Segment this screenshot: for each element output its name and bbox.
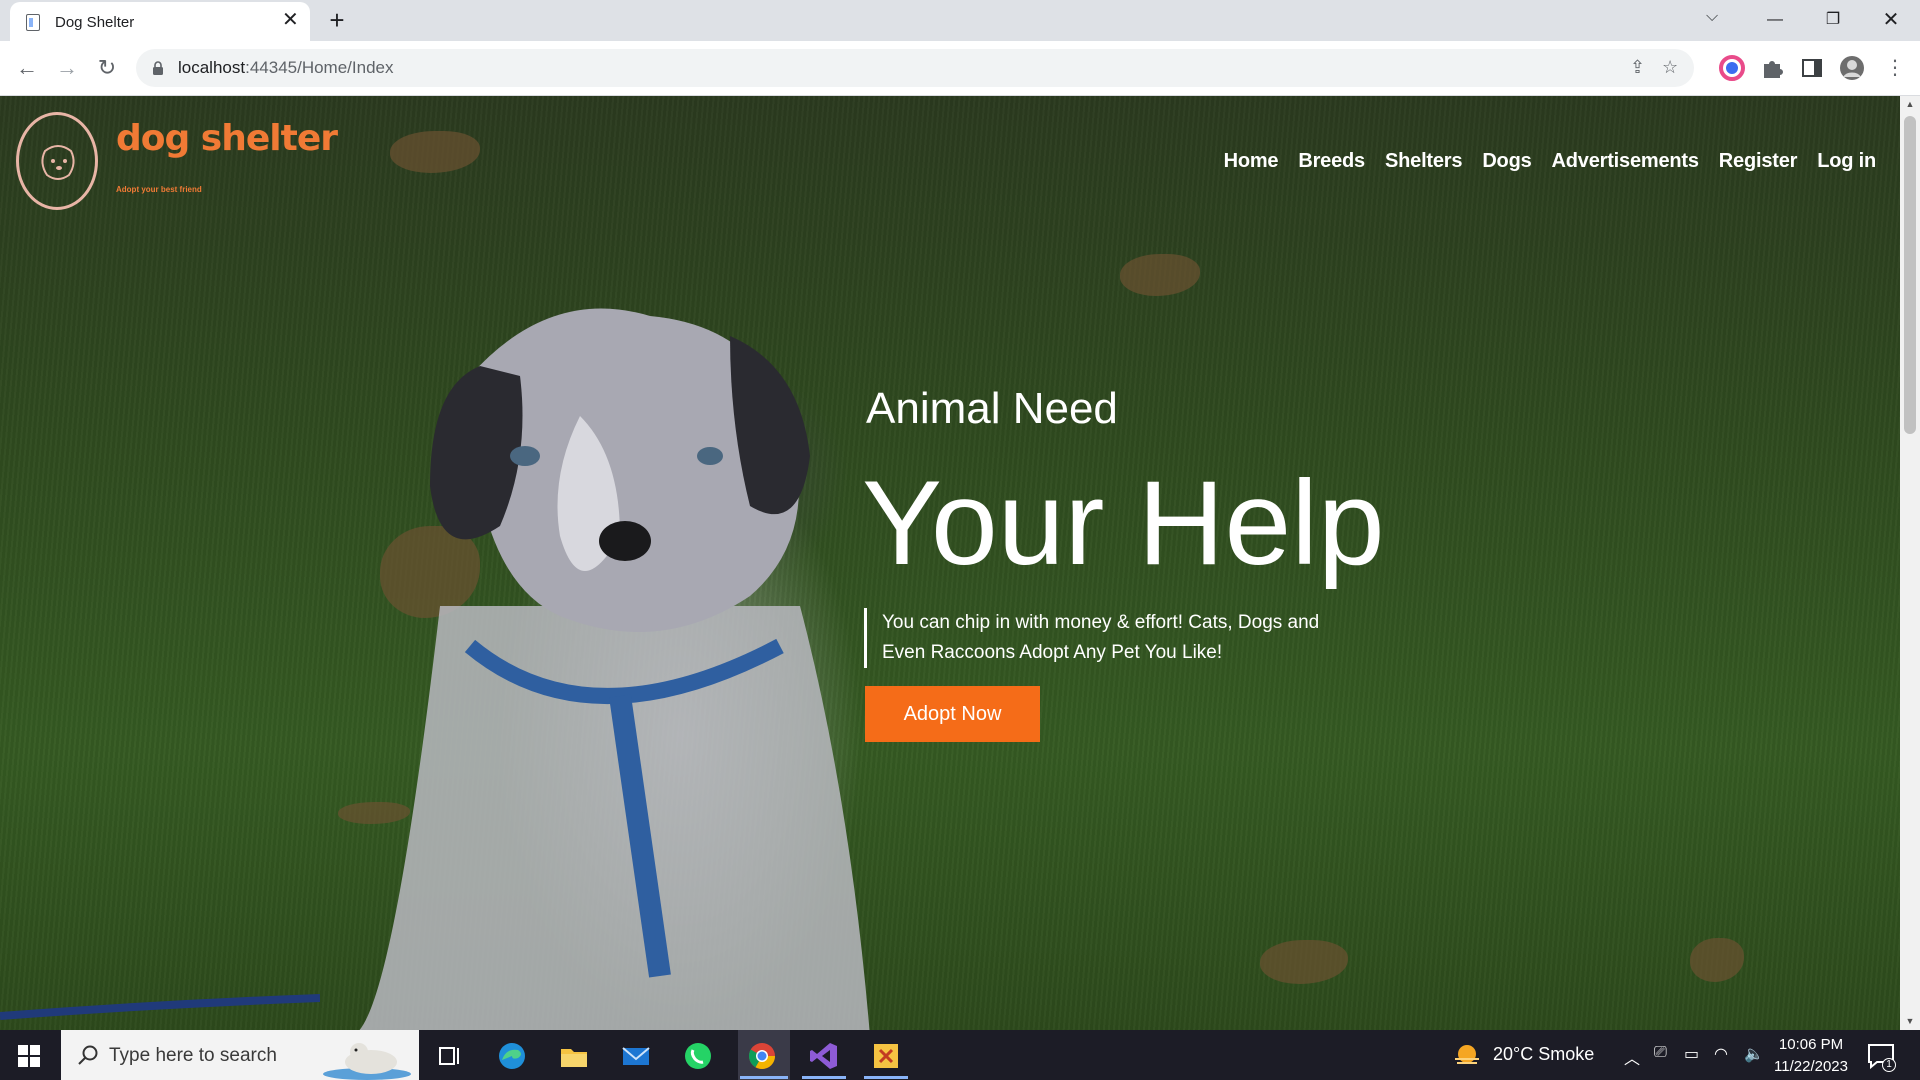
nav-register[interactable]: Register: [1719, 150, 1798, 173]
browser-tab-dog-shelter[interactable]: Dog Shelter ✕: [10, 2, 310, 42]
notification-count-badge: 1: [1882, 1058, 1896, 1072]
clock-date: 11/22/2023: [1774, 1058, 1848, 1075]
system-clock[interactable]: 10:06 PM 11/22/2023: [1766, 1034, 1856, 1078]
nav-home[interactable]: Home: [1224, 150, 1279, 173]
color-picker-extension-icon[interactable]: [1719, 55, 1745, 81]
forward-arrow-icon[interactable]: →: [52, 53, 82, 83]
clock-time: 10:06 PM: [1778, 1036, 1844, 1053]
chrome-icon[interactable]: [746, 1040, 778, 1072]
extensions-puzzle-icon[interactable]: [1759, 55, 1785, 81]
address-bar[interactable]: localhost:44345/Home/Index ⇪ ☆: [136, 49, 1694, 87]
reload-icon[interactable]: ↻: [92, 53, 122, 83]
visual-studio-running-indicator: [802, 1076, 846, 1079]
volume-icon[interactable]: 🔈: [1744, 1044, 1764, 1064]
snipping-tool-running-indicator: [864, 1076, 908, 1079]
close-window-button[interactable]: ✕: [1868, 4, 1914, 36]
hero-subtitle: You can chip in with money & effort! Cat…: [864, 608, 1344, 668]
edge-browser-icon[interactable]: [496, 1040, 528, 1072]
new-tab-button[interactable]: +: [320, 6, 354, 36]
restore-button[interactable]: ❐: [1810, 4, 1856, 36]
wifi-icon[interactable]: ◠: [1714, 1044, 1728, 1064]
windows-start-icon[interactable]: [18, 1045, 40, 1067]
browser-toolbar: ← → ↻ localhost:44345/Home/Index ⇪ ☆ ⋮: [0, 41, 1920, 96]
weather-readout[interactable]: 20°C Smoke: [1493, 1044, 1594, 1065]
hero-kicker: Animal Need: [866, 384, 1118, 433]
main-nav: Home Breeds Shelters Dogs Advertisements…: [1224, 150, 1877, 173]
logo-tagline: Adopt your best friend: [116, 185, 202, 194]
seal-search-highlight-icon: [323, 1043, 411, 1080]
url-host: localhost: [178, 58, 246, 77]
tray-chevron-up-icon[interactable]: ︿: [1624, 1045, 1640, 1069]
scroll-thumb[interactable]: [1904, 116, 1916, 434]
lock-icon: [153, 61, 163, 75]
adopt-now-button[interactable]: Adopt Now: [865, 686, 1040, 742]
logo-text[interactable]: dog shelter: [116, 118, 338, 159]
back-arrow-icon[interactable]: ←: [12, 53, 42, 83]
nav-dogs[interactable]: Dogs: [1482, 150, 1531, 173]
url-text: localhost:44345/Home/Index: [178, 58, 394, 78]
bookmark-star-icon[interactable]: ☆: [1662, 57, 1678, 78]
share-icon[interactable]: ⇪: [1630, 57, 1645, 78]
scroll-up-arrow-icon[interactable]: ▲: [1900, 96, 1920, 113]
file-explorer-icon[interactable]: [558, 1040, 590, 1072]
page-scrollbar[interactable]: ▲ ▼: [1900, 96, 1920, 1030]
task-view-icon[interactable]: [434, 1040, 466, 1072]
snipping-tool-icon[interactable]: [870, 1040, 902, 1072]
nav-advertisements[interactable]: Advertisements: [1552, 150, 1699, 173]
nav-shelters[interactable]: Shelters: [1385, 150, 1463, 173]
search-icon: [78, 1045, 98, 1065]
tab-close-icon[interactable]: ✕: [282, 10, 299, 30]
url-path: :44345/Home/Index: [245, 58, 394, 77]
battery-icon[interactable]: ▭: [1684, 1044, 1699, 1064]
page-favicon-icon: [26, 14, 40, 31]
dog-head-icon: [41, 145, 75, 180]
browser-menu-icon[interactable]: ⋮: [1880, 53, 1910, 83]
scroll-down-arrow-icon[interactable]: ▼: [1900, 1013, 1920, 1030]
logo-emblem[interactable]: [16, 112, 98, 210]
puppy-photo: [359, 308, 870, 1030]
minimize-button[interactable]: —: [1752, 4, 1798, 36]
windows-taskbar: Type here to search 20°C Smoke ︿ ⎚ ▭ ◠ 🔈…: [0, 1030, 1920, 1080]
visual-studio-icon[interactable]: [808, 1040, 840, 1072]
profile-avatar[interactable]: [1839, 55, 1865, 81]
mail-icon[interactable]: [620, 1040, 652, 1072]
meet-now-icon[interactable]: ⎚: [1654, 1044, 1667, 1062]
weather-sun-haze-icon[interactable]: [1452, 1040, 1482, 1072]
taskbar-search-box[interactable]: Type here to search: [61, 1030, 419, 1080]
whatsapp-icon[interactable]: [682, 1040, 714, 1072]
hero-section: dog shelter Adopt your best friend Home …: [0, 96, 1920, 1030]
chrome-running-indicator: [740, 1076, 788, 1079]
leash-strap: [0, 994, 320, 1020]
tab-search-chevron-icon[interactable]: ⌵: [1706, 8, 1718, 26]
hero-title: Your Help: [862, 456, 1385, 590]
nav-log-in[interactable]: Log in: [1817, 150, 1876, 173]
search-placeholder: Type here to search: [109, 1045, 277, 1066]
nav-breeds[interactable]: Breeds: [1298, 150, 1365, 173]
side-panel-icon[interactable]: [1799, 55, 1825, 81]
tab-title: Dog Shelter: [55, 14, 135, 31]
browser-tabstrip: Dog Shelter ✕ + ⌵ — ❐ ✕: [0, 0, 1920, 42]
